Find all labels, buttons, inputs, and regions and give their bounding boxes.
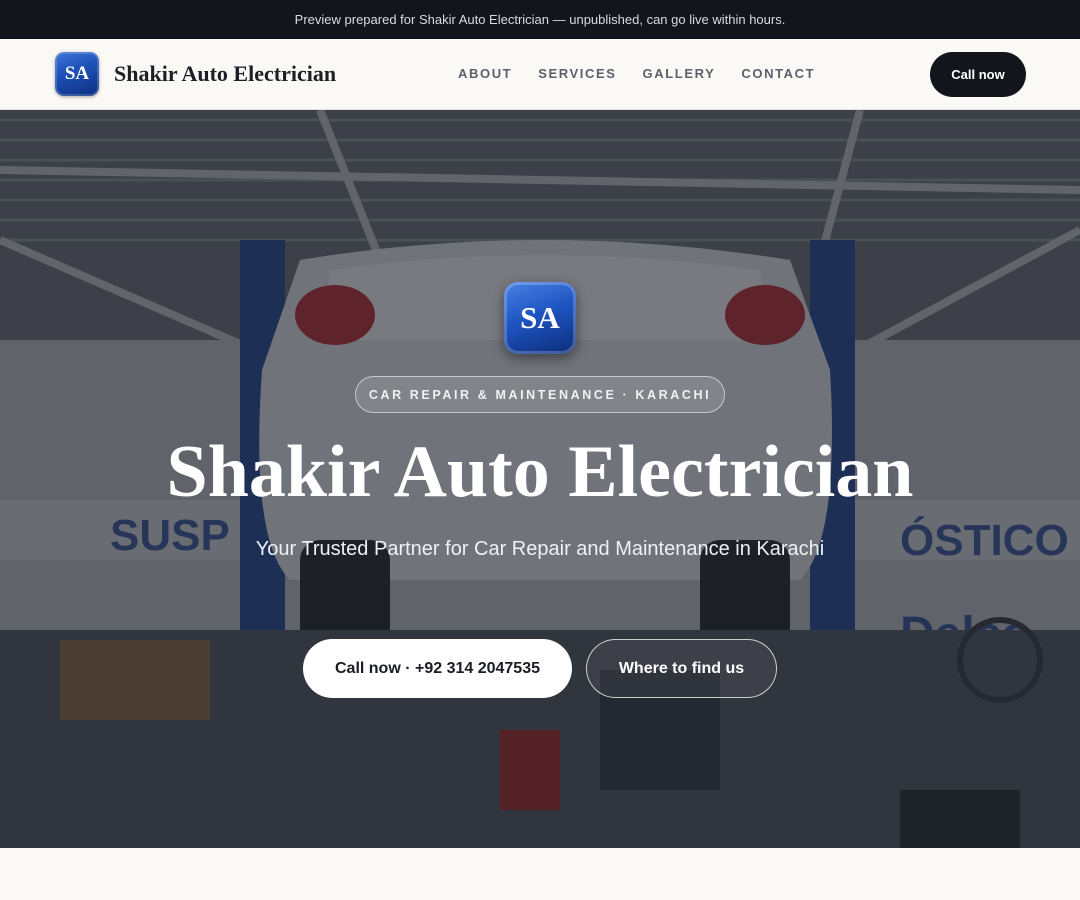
hero-subtitle: Your Trusted Partner for Car Repair and … <box>255 538 825 560</box>
hero-section: SUSP ÓSTICO Delco SA CAR REPAIR & MAINTE… <box>0 110 1080 848</box>
site-header: SA Shakir Auto Electrician ABOUT SERVICE… <box>0 39 1080 110</box>
brand-name[interactable]: Shakir Auto Electrician <box>114 61 336 87</box>
nav-services[interactable]: SERVICES <box>538 66 616 81</box>
hero-logo-badge: SA <box>504 282 576 354</box>
hero-call-button[interactable]: Call now · +92 314 2047535 <box>303 639 572 698</box>
hero-title: Shakir Auto Electrician <box>166 431 914 513</box>
logo-badge[interactable]: SA <box>55 52 99 96</box>
preview-banner: Preview prepared for Shakir Auto Electri… <box>0 0 1080 39</box>
nav-gallery[interactable]: GALLERY <box>643 66 716 81</box>
main-nav: ABOUT SERVICES GALLERY CONTACT <box>458 66 841 81</box>
hero-logo-initials: SA <box>520 300 560 335</box>
header-call-button[interactable]: Call now <box>930 52 1026 97</box>
find-us-button[interactable]: Where to find us <box>586 639 777 698</box>
logo-initials: SA <box>64 63 90 84</box>
nav-contact[interactable]: CONTACT <box>741 66 815 81</box>
preview-banner-text: Preview prepared for Shakir Auto Electri… <box>294 12 786 27</box>
hero-eyebrow-pill: CAR REPAIR & MAINTENANCE · KARACHI <box>355 376 725 413</box>
nav-about[interactable]: ABOUT <box>458 66 512 81</box>
